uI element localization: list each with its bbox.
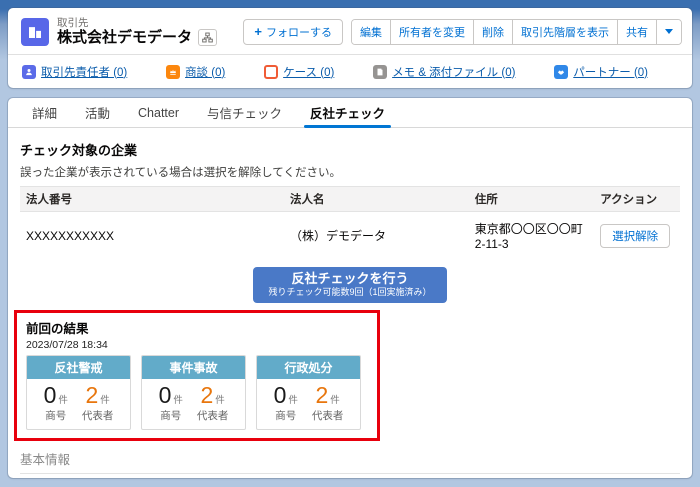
previous-result-timestamp: 2023/07/28 18:34 — [26, 339, 108, 351]
follow-button-label: フォローする — [266, 26, 332, 39]
metric-trade-name: 0件 商号 — [274, 384, 298, 423]
plus-icon: + — [254, 24, 262, 39]
annotation-box: 前回の結果 2023/07/28 18:34 反社警戒 0件 商号 2件 代表者 — [14, 310, 380, 441]
tab-chatter[interactable]: Chatter — [124, 98, 193, 127]
view-account-hierarchy-button[interactable]: 取引先階層を表示 — [512, 19, 617, 44]
table-row: XXXXXXXXXXX （株）デモデータ 東京都〇〇区〇〇町2-11-3 選択解… — [20, 212, 680, 261]
related-contacts-item: 取引先責任者 (0) — [22, 64, 127, 80]
check-target-table: 法人番号 法人名 住所 アクション XXXXXXXXXXX （株）デモデータ 東… — [20, 186, 680, 261]
count-value: 0 — [273, 382, 287, 408]
result-card-title: 事件事故 — [142, 356, 245, 379]
previous-result-title: 前回の結果 — [26, 322, 89, 336]
record-action-group: 編集 所有者を変更 削除 取引先階層を表示 共有 — [351, 18, 682, 45]
metric-representative: 2件 代表者 — [312, 384, 344, 423]
column-header-action: アクション — [600, 194, 658, 206]
cta-label: 反社チェックを行う — [291, 271, 409, 286]
case-icon — [264, 64, 279, 79]
delete-button[interactable]: 削除 — [473, 19, 512, 44]
column-header-corporate-number: 法人番号 — [26, 194, 72, 206]
related-cases-link[interactable]: ケース (0) — [283, 64, 334, 80]
result-card-incident-accident: 事件事故 0件 商号 2件 代表者 — [141, 355, 246, 430]
basic-info-section-title: 基本情報 — [20, 449, 680, 474]
tab-activity[interactable]: 活動 — [71, 98, 124, 127]
count-unit: 件 — [330, 395, 340, 406]
metric-label: 代表者 — [81, 410, 114, 422]
cell-corporate-number: XXXXXXXXXXX — [26, 228, 115, 243]
result-card-administrative-action: 行政処分 0件 商号 2件 代表者 — [256, 355, 361, 430]
tab-credit-check[interactable]: 与信チェック — [193, 98, 296, 127]
related-contacts-link[interactable]: 取引先責任者 (0) — [41, 64, 127, 80]
metric-trade-name: 0件 商号 — [159, 384, 183, 423]
metric-label: 商号 — [275, 410, 297, 422]
record-header-row: 取引先 株式会社デモデータ + フォローする 編集 所有者を変更 削除 取引先階… — [8, 8, 692, 54]
count-unit: 件 — [100, 395, 110, 406]
related-opportunities-link[interactable]: 商談 (0) — [185, 64, 225, 80]
count-value: 0 — [158, 382, 172, 408]
result-card-title: 行政処分 — [257, 356, 360, 379]
metric-trade-name: 0件 商号 — [44, 384, 68, 423]
record-detail-card: 詳細 活動 Chatter 与信チェック 反社チェック チェック対象の企業 誤っ… — [8, 98, 692, 478]
check-target-description: 誤った企業が表示されている場合は選択を解除してください。 — [20, 167, 341, 179]
change-owner-button[interactable]: 所有者を変更 — [390, 19, 473, 44]
column-header-corporate-name: 法人名 — [290, 194, 325, 206]
opportunity-icon — [166, 64, 181, 79]
metric-label: 代表者 — [311, 410, 344, 422]
header-actions: + フォローする 編集 所有者を変更 削除 取引先階層を表示 共有 — [243, 18, 682, 45]
edit-button[interactable]: 編集 — [352, 19, 390, 44]
building-icon — [29, 26, 41, 38]
table-header-row: 法人番号 法人名 住所 アクション — [20, 186, 680, 212]
related-partners-link[interactable]: パートナー (0) — [573, 64, 648, 80]
related-lists-row: 取引先責任者 (0) 商談 (0) ケース (0) メモ & 添付ファイル (0… — [8, 55, 692, 88]
record-header-card: 取引先 株式会社デモデータ + フォローする 編集 所有者を変更 削除 取引先階… — [8, 8, 692, 88]
unselect-button[interactable]: 選択解除 — [600, 223, 671, 248]
metric-label: 商号 — [45, 410, 67, 422]
metric-label: 商号 — [160, 410, 182, 422]
column-header-address: 住所 — [474, 194, 498, 206]
cta-remaining-count: 残りチェック可能数9回（1回実施済み） — [268, 287, 432, 297]
tab-details[interactable]: 詳細 — [18, 98, 71, 127]
hierarchy-icon[interactable] — [198, 29, 218, 46]
metric-representative: 2件 代表者 — [197, 384, 229, 423]
cell-address: 東京都〇〇区〇〇町2-11-3 — [474, 222, 583, 251]
share-button[interactable]: 共有 — [617, 19, 656, 44]
run-antisocial-check-button[interactable]: 反社チェックを行う 残りチェック可能数9回（1回実施済み） — [253, 267, 447, 303]
cell-corporate-name: （株）デモデータ — [290, 229, 387, 243]
partner-icon — [554, 64, 569, 79]
result-card-title: 反社警戒 — [27, 356, 130, 379]
count-unit: 件 — [215, 395, 225, 406]
related-cases-item: ケース (0) — [264, 64, 334, 80]
count-unit: 件 — [288, 395, 298, 406]
tab-bar: 詳細 活動 Chatter 与信チェック 反社チェック — [8, 98, 692, 128]
related-notes-attachments-link[interactable]: メモ & 添付ファイル (0) — [392, 64, 515, 80]
count-value: 2 — [315, 382, 329, 408]
chevron-down-icon — [665, 29, 673, 34]
contact-icon — [22, 64, 36, 79]
count-value: 2 — [200, 382, 214, 408]
tab-antisocial-check[interactable]: 反社チェック — [296, 98, 399, 128]
tab-content: チェック対象の企業 誤った企業が表示されている場合は選択を解除してください。 法… — [8, 128, 692, 478]
page-title: 株式会社デモデータ — [57, 28, 193, 46]
metric-label: 代表者 — [196, 410, 229, 422]
result-card-antisocial-warning: 反社警戒 0件 商号 2件 代表者 — [26, 355, 131, 430]
record-type-label: 取引先 — [57, 16, 89, 29]
related-opportunities-item: 商談 (0) — [166, 64, 225, 80]
check-target-section-title: チェック対象の企業 — [20, 143, 138, 158]
count-unit: 件 — [58, 395, 68, 406]
account-icon — [21, 17, 49, 46]
related-partners-item: パートナー (0) — [554, 64, 648, 80]
count-unit: 件 — [173, 395, 183, 406]
result-cards: 反社警戒 0件 商号 2件 代表者 事件事故 0 件 商号 2 件 代表者 行政… — [26, 355, 368, 430]
note-attachment-icon — [373, 64, 388, 79]
follow-button[interactable]: + フォローする — [243, 18, 343, 45]
record-title-block: 取引先 株式会社デモデータ — [57, 16, 218, 47]
related-notes-attachments-item: メモ & 添付ファイル (0) — [373, 64, 515, 80]
count-value: 2 — [85, 382, 99, 408]
count-value: 0 — [43, 382, 57, 408]
more-actions-dropdown[interactable] — [656, 19, 681, 44]
metric-representative: 2件 代表者 — [82, 384, 114, 423]
